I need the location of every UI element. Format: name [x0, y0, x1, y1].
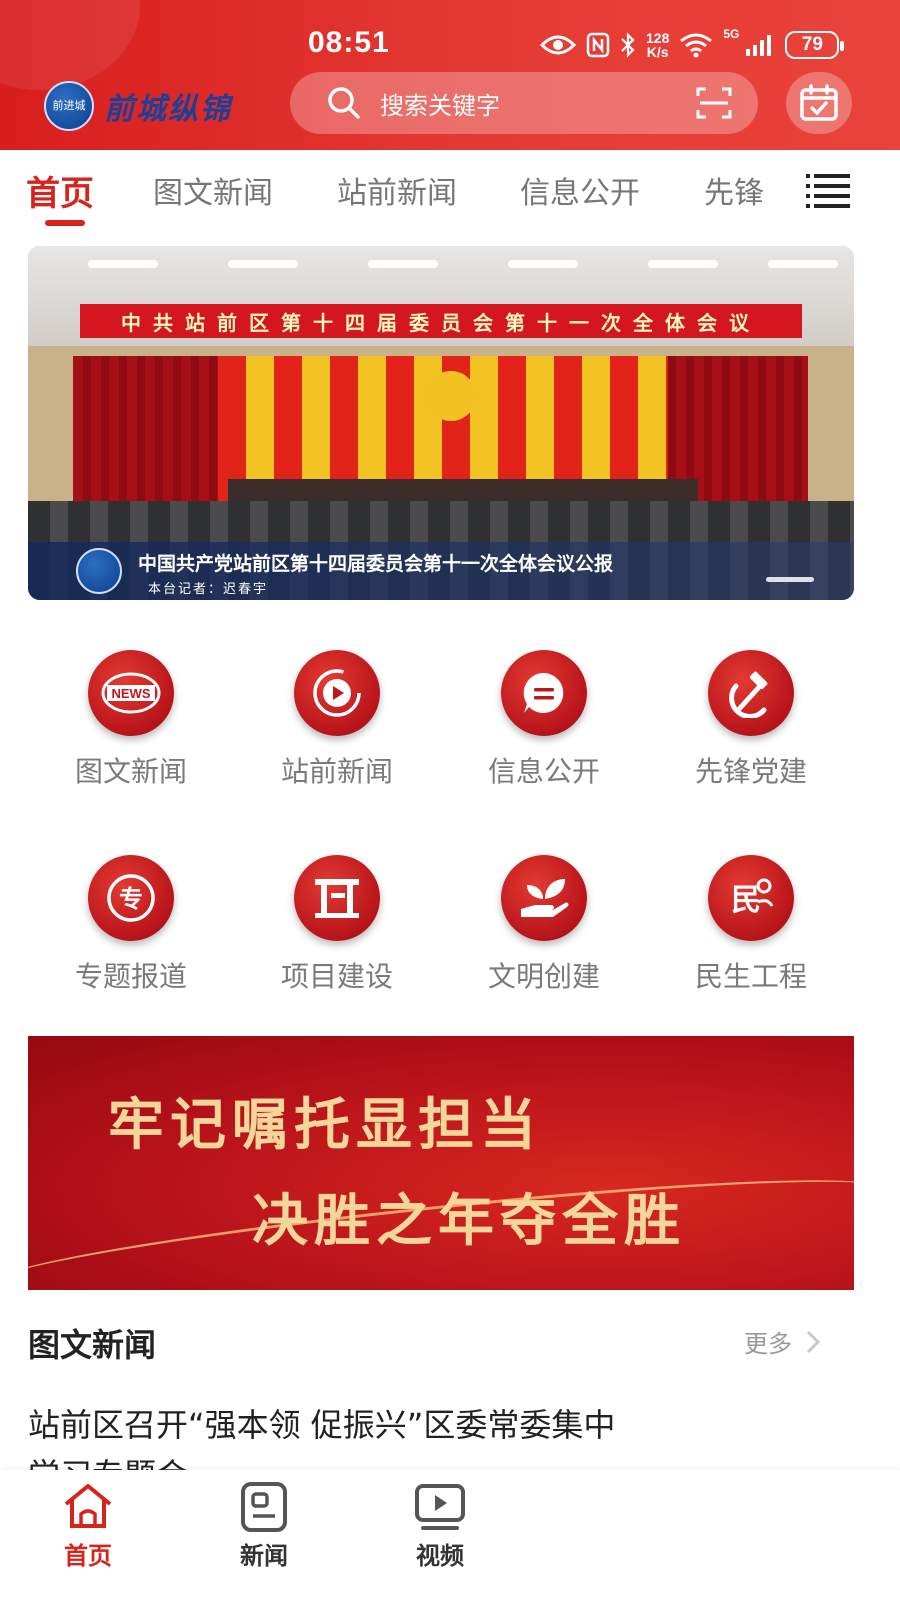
search-icon — [328, 87, 360, 119]
tab-zhanqian-news[interactable]: 站前新闻 — [337, 168, 457, 212]
grid-label: 项目建设 — [280, 960, 393, 993]
banner-photo-curtain-left — [73, 356, 223, 516]
livelihood-icon: 民 — [708, 855, 794, 941]
grid-item-zhanqian-news[interactable]: 站前新闻 — [234, 640, 440, 800]
tab-home[interactable]: 首页 — [26, 166, 94, 215]
grid-item-info-public[interactable]: 信息公开 — [441, 640, 647, 800]
nav-home[interactable]: 首页 — [28, 1476, 148, 1596]
grid-label: 专题报道 — [74, 960, 187, 993]
tab-info-public[interactable]: 信息公开 — [520, 168, 640, 212]
wifi-icon — [680, 33, 713, 58]
grid-label: 站前新闻 — [280, 755, 393, 788]
eye-icon — [540, 35, 576, 55]
chevron-right-icon — [806, 1330, 820, 1353]
grid-item-picture-news[interactable]: NEWS 图文新闻 — [28, 640, 234, 800]
logo-badge: 前进城 — [44, 81, 94, 131]
nav-label: 新闻 — [240, 1542, 288, 1570]
more-label: 更多 — [744, 1330, 792, 1358]
nav-label: 首页 — [64, 1542, 112, 1570]
news-icon: NEWS — [88, 650, 174, 736]
nav-news[interactable]: 新闻 — [204, 1476, 324, 1596]
app-logo[interactable]: 前进城 前城纵锦 — [44, 80, 254, 132]
net-speed: 128 K/s — [646, 31, 669, 59]
calendar-check-icon — [800, 84, 838, 121]
logo-text: 前城纵锦 — [104, 92, 232, 127]
nav-label: 视频 — [416, 1542, 464, 1570]
grid-label: 图文新闻 — [74, 755, 187, 788]
checkin-button[interactable] — [786, 72, 852, 134]
category-tabs: 首页 图文新闻 站前新闻 信息公开 先锋 — [0, 150, 900, 234]
status-time: 08:51 — [308, 26, 390, 59]
menu-icon[interactable] — [806, 172, 850, 208]
bluetooth-icon — [621, 32, 635, 58]
active-tab-indicator — [45, 220, 85, 226]
grid-label: 信息公开 — [487, 755, 600, 788]
more-link[interactable]: 更多 — [744, 1324, 820, 1359]
svg-text:民: 民 — [731, 883, 761, 918]
carousel-indicator — [766, 577, 814, 582]
banner-caption: 中国共产党站前区第十四届委员会第十一次全体会议公报 — [138, 553, 614, 575]
scan-icon[interactable] — [696, 86, 732, 120]
bottom-nav: 首页 新闻 视频 — [0, 1470, 900, 1600]
nfc-icon — [586, 32, 610, 58]
news-doc-icon — [241, 1482, 287, 1532]
grid-label: 先锋党建 — [694, 755, 807, 788]
grid-label: 民生工程 — [694, 960, 807, 993]
promo-line-1: 牢记嘱托显担当 — [108, 1092, 542, 1158]
status-bar: 08:51 128 K/s 5G 79 — [0, 0, 900, 70]
headline-banner[interactable]: 中共站前区第十四届委员会第十一次全体会议 中国共产党站前区第十四届委员会第十一次… — [28, 246, 854, 600]
home-icon — [64, 1484, 112, 1528]
banner-reporter: 本台记者：迟春宇 — [148, 582, 269, 597]
svg-text:专: 专 — [119, 885, 143, 913]
message-icon — [501, 650, 587, 736]
battery-indicator: 79 — [785, 31, 845, 59]
grid-item-pioneer-party[interactable]: 先锋党建 — [648, 640, 854, 800]
svg-text:NEWS: NEWS — [112, 686, 151, 701]
search-bar[interactable]: 搜索关键字 — [290, 72, 758, 134]
grid-item-livelihood[interactable]: 民 民生工程 — [648, 845, 854, 1005]
hammer-sickle-icon — [708, 650, 794, 736]
video-play-icon — [294, 650, 380, 736]
promo-banner[interactable]: 牢记嘱托显担当 决胜之年夺全胜 — [28, 1036, 854, 1290]
net-speed-unit: K/s — [646, 44, 669, 60]
tab-pioneer[interactable]: 先锋 — [704, 168, 764, 212]
grid-item-project-construction[interactable]: 项目建设 — [234, 845, 440, 1005]
banner-photo-ceiling — [28, 246, 854, 356]
video-icon — [415, 1484, 465, 1530]
section-title: 图文新闻 — [28, 1326, 157, 1364]
network-type: 5G — [723, 27, 740, 41]
tab-picture-news[interactable]: 图文新闻 — [153, 168, 273, 212]
party-emblem — [426, 371, 476, 421]
net-speed-value: 128 — [646, 30, 670, 46]
plant-hand-icon — [501, 855, 587, 941]
grid-label: 文明创建 — [487, 960, 600, 993]
promo-line-2: 决胜之年夺全胜 — [252, 1188, 686, 1254]
banner-stage-text: 中共站前区第十四届委员会第十一次全体会议 — [80, 304, 802, 338]
caption-logo — [76, 548, 122, 594]
grid-item-special-topic[interactable]: 专 专题报道 — [28, 845, 234, 1005]
construction-icon — [294, 855, 380, 941]
status-icons: 128 K/s 5G 79 — [540, 27, 845, 62]
nav-video[interactable]: 视频 — [380, 1476, 500, 1596]
grid-item-civilization[interactable]: 文明创建 — [441, 845, 647, 1005]
feature-grid: NEWS 图文新闻 站前新闻 信息公开 先锋党建 专 专题报道 项目建设 文明创… — [28, 640, 854, 1000]
search-placeholder: 搜索关键字 — [380, 91, 500, 120]
signal-icon — [746, 35, 772, 56]
special-topic-icon: 专 — [88, 855, 174, 941]
app-header: 08:51 128 K/s 5G 79 前进城 前城纵锦 搜索关键字 — [0, 0, 900, 150]
